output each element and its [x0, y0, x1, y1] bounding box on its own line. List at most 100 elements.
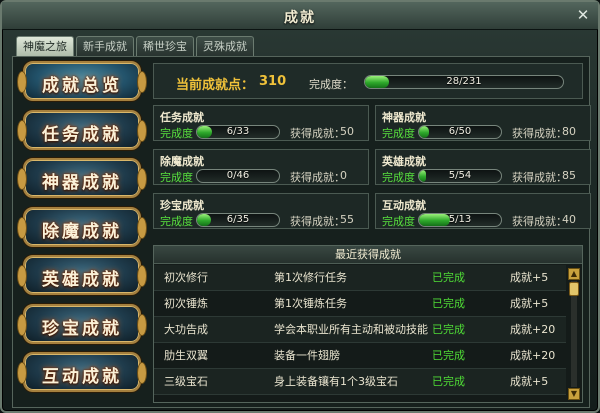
achievement-status: 已完成: [432, 297, 465, 310]
achievement-reward: 成就+5: [510, 271, 549, 284]
earned-label: 获得成就：: [290, 215, 345, 228]
current-points-label: 当前成就点：: [176, 78, 255, 93]
sidebar-item-hero[interactable]: 英雄成就: [17, 255, 147, 295]
category-card-quest[interactable]: 任务成就 完成度 6/33 获得成就： 50: [153, 105, 369, 141]
achievement-description: 身上装备镶有1个3级宝石: [274, 375, 398, 388]
achievement-status: 已完成: [432, 349, 465, 362]
earned-label: 获得成就：: [290, 127, 345, 140]
list-item[interactable]: 三级宝石 身上装备镶有1个3级宝石 已完成 成就+5: [154, 369, 566, 395]
earned-label: 获得成就：: [512, 127, 567, 140]
wing-ornament-icon: [137, 313, 147, 336]
achievement-name: 肋生双翼: [164, 349, 208, 362]
achievement-reward: 成就+5: [510, 375, 549, 388]
completion-label: 完成度：: [309, 78, 353, 91]
achievement-name: 大功告成: [164, 323, 208, 336]
earned-value: 55: [340, 213, 354, 226]
tab-shenmo-journey[interactable]: 神魔之旅: [16, 36, 74, 56]
progress-text: 28/231: [446, 76, 482, 87]
sidebar-item-label: 英雄成就: [42, 270, 122, 290]
completion-label: 完成度: [382, 127, 415, 140]
sidebar-item-label: 神器成就: [42, 173, 122, 193]
progress-text: 6/35: [226, 214, 250, 225]
wing-ornament-icon: [137, 216, 147, 239]
wing-ornament-icon: [137, 362, 147, 384]
scroll-thumb[interactable]: [569, 282, 579, 296]
category-progress-bar: 0/46: [196, 169, 280, 183]
list-item[interactable]: 肋生双翼 装备一件翅膀 已完成 成就+20: [154, 343, 566, 369]
achievement-status: 已完成: [432, 323, 465, 336]
content-panel: 成就总览 任务成就 神器成就 除魔成就 英雄成就 珍宝成就 互动成就 当前成就点…: [12, 56, 591, 408]
overall-progress-bar: 28/231: [364, 75, 564, 89]
category-card-hero[interactable]: 英雄成就 完成度 5/54 获得成就： 85: [375, 149, 591, 185]
tab-bar: 神魔之旅 新手成就 稀世珍宝 灵殊成就: [16, 36, 254, 56]
window-title: 成就: [284, 10, 316, 26]
achievement-reward: 成就+20: [510, 349, 556, 362]
sidebar-item-demon-slaying[interactable]: 除魔成就: [17, 206, 147, 247]
current-points-value: 310: [259, 74, 287, 89]
scroll-track[interactable]: [571, 281, 577, 387]
completion-label: 完成度: [160, 127, 193, 140]
sidebar-item-quest[interactable]: 任务成就: [17, 109, 147, 150]
achievement-description: 装备一件翅膀: [274, 349, 340, 362]
category-name: 任务成就: [160, 111, 204, 124]
sidebar-item-label: 珍宝成就: [42, 318, 122, 339]
achievement-description: 学会本职业所有主动和被动技能: [274, 323, 428, 336]
earned-value: 0: [340, 169, 347, 182]
category-progress-bar: 6/35: [196, 213, 280, 227]
category-name: 珍宝成就: [160, 199, 204, 212]
category-name: 除魔成就: [160, 155, 204, 168]
category-name: 互动成就: [382, 199, 426, 212]
earned-value: 80: [562, 125, 576, 138]
sidebar-item-label: 任务成就: [42, 124, 122, 145]
sidebar-item-interaction[interactable]: 互动成就: [17, 352, 147, 392]
sidebar-item-overview[interactable]: 成就总览: [17, 61, 147, 101]
achievement-reward: 成就+5: [510, 297, 549, 310]
earned-value: 50: [340, 125, 354, 138]
earned-label: 获得成就：: [290, 171, 345, 184]
earned-value: 85: [562, 169, 576, 182]
tab-newbie-achievements[interactable]: 新手成就: [76, 36, 134, 56]
list-item[interactable]: 初次修行 第1次修行任务 已完成 成就+5: [154, 265, 566, 291]
category-card-demon-slaying[interactable]: 除魔成就 完成度 0/46 获得成就： 0: [153, 149, 369, 185]
earned-label: 获得成就：: [512, 171, 567, 184]
category-progress-bar: 6/50: [418, 125, 502, 139]
category-progress-bar: 5/13: [418, 213, 502, 227]
tab-rare-treasures[interactable]: 稀世珍宝: [136, 36, 194, 56]
recent-achievements-panel: 最近获得成就 初次修行 第1次修行任务 已完成 成就+5 初次锤炼 第1次锤炼任…: [153, 245, 583, 403]
wing-ornament-icon: [137, 265, 147, 287]
list-item[interactable]: 初次锤炼 第1次锤炼任务 已完成 成就+5: [154, 291, 566, 317]
category-card-interaction[interactable]: 互动成就 完成度 5/13 获得成就： 40: [375, 193, 591, 229]
completion-label: 完成度: [382, 215, 415, 228]
earned-label: 获得成就：: [512, 215, 567, 228]
tab-lingshu-achievements[interactable]: 灵殊成就: [196, 36, 254, 56]
sidebar-item-label: 互动成就: [42, 367, 122, 387]
recent-achievements-list: 初次修行 第1次修行任务 已完成 成就+5 初次锤炼 第1次锤炼任务 已完成 成…: [154, 265, 566, 395]
list-item[interactable]: 大功告成 学会本职业所有主动和被动技能 已完成 成就+20: [154, 317, 566, 343]
sidebar-item-label: 除魔成就: [42, 221, 122, 242]
category-card-artifact[interactable]: 神器成就 完成度 6/50 获得成就： 80: [375, 105, 591, 141]
category-progress-bar: 6/33: [196, 125, 280, 139]
wing-ornament-icon: [137, 71, 147, 93]
arrow-up-icon[interactable]: ▲: [568, 268, 580, 280]
achievement-reward: 成就+20: [510, 323, 556, 336]
arrow-down-icon[interactable]: ▼: [568, 388, 580, 400]
wing-ornament-icon: [137, 119, 147, 142]
category-progress-bar: 5/54: [418, 169, 502, 183]
sidebar-item-artifact[interactable]: 神器成就: [17, 158, 147, 198]
sidebar-item-treasure[interactable]: 珍宝成就: [17, 303, 147, 344]
achievement-description: 第1次锤炼任务: [274, 297, 347, 310]
achievement-status: 已完成: [432, 375, 465, 388]
category-sidebar: 成就总览 任务成就 神器成就 除魔成就 英雄成就 珍宝成就 互动成就: [17, 61, 147, 401]
category-name: 英雄成就: [382, 155, 426, 168]
progress-text: 0/46: [226, 170, 250, 181]
achievement-status: 已完成: [432, 271, 465, 284]
achievement-name: 初次修行: [164, 271, 208, 284]
recent-scrollbar[interactable]: ▲ ▼: [568, 268, 580, 400]
close-icon[interactable]: ✕: [574, 6, 592, 24]
completion-label: 完成度: [160, 215, 193, 228]
category-card-treasure[interactable]: 珍宝成就 完成度 6/35 获得成就： 55: [153, 193, 369, 229]
achievement-name: 初次锤炼: [164, 297, 208, 310]
progress-text: 5/13: [448, 214, 472, 225]
title-bar[interactable]: 成就 ✕: [2, 2, 598, 30]
progress-text: 5/54: [448, 170, 472, 181]
